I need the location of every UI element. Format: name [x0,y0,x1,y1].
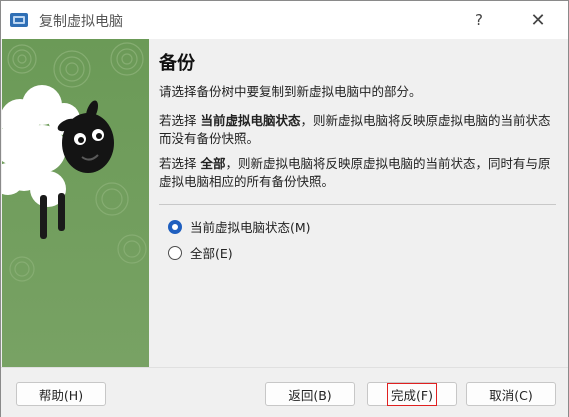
all-description: 若选择 全部，则新虚拟电脑将反映原虚拟电脑的当前状态，同时有与原虚拟电脑相应的所… [159,156,551,189]
current-state-description: 若选择 当前虚拟电脑状态，则新虚拟电脑将反映原虚拟电脑的当前状态而没有备份快照。 [159,113,551,146]
clone-vm-dialog: 复制虚拟电脑 ? ✕ 备份 请选择备份树中要复制到新虚拟电脑中的部分。 若选择 … [0,0,569,417]
finish-button-label: 完成(F) [387,382,437,406]
divider [159,204,556,205]
option-all-label: 全部(E) [190,246,233,261]
window-title: 复制虚拟电脑 [39,14,123,30]
radio-all[interactable] [168,245,182,260]
cancel-button[interactable]: 取消(C) [466,382,556,406]
option-current-state-label: 当前虚拟电脑状态(M) [190,220,311,235]
virtualbox-app-icon [9,11,29,29]
title-bar: 复制虚拟电脑 ? ✕ [1,1,568,39]
dialog-content: 备份 请选择备份树中要复制到新虚拟电脑中的部分。 若选择 当前虚拟电脑状态，则新… [1,39,568,367]
sheep-illustration [2,39,149,367]
option-current-state[interactable]: 当前虚拟电脑状态(M) [168,217,311,236]
back-button[interactable]: 返回(B) [265,382,355,406]
page-title: 备份 [159,53,195,74]
intro-text: 请选择备份树中要复制到新虚拟电脑中的部分。 [159,84,422,99]
help-title-button[interactable]: ? [456,1,502,39]
close-icon[interactable]: ✕ [515,1,561,39]
finish-button[interactable]: 完成(F) [367,382,457,406]
radio-current-state[interactable] [168,219,182,234]
help-button[interactable]: 帮助(H) [16,382,106,406]
option-all[interactable]: 全部(E) [168,243,233,262]
button-bar: 帮助(H) 返回(B) 完成(F) 取消(C) [1,367,568,417]
